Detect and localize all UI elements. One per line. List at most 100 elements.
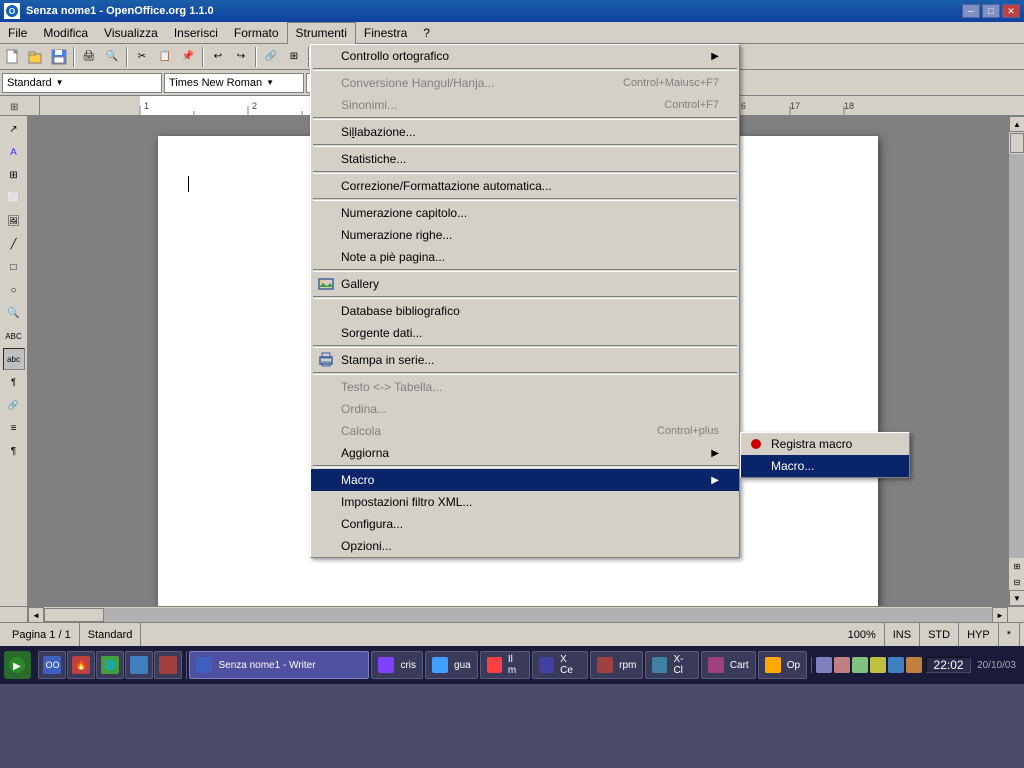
scroll-thumb[interactable]	[1010, 133, 1024, 153]
taskbar-app-xcl[interactable]: X-Cl	[645, 651, 698, 679]
tray-icon-3[interactable]	[852, 657, 868, 673]
menu-formato[interactable]: Formato	[226, 22, 287, 44]
menu-aggiorna[interactable]: Aggiorna ▶	[311, 442, 739, 464]
hscroll-right-button[interactable]: ►	[992, 607, 1008, 623]
status-hyp[interactable]: HYP	[959, 623, 999, 646]
taskbar-app-ilm[interactable]: Il m	[480, 651, 530, 679]
navigator-tool[interactable]: ≡	[3, 417, 25, 439]
scroll-page-down[interactable]: ⊟	[1009, 574, 1024, 590]
menu-numerazione-capitolo[interactable]: Numerazione capitolo...	[311, 202, 739, 224]
menu-strumenti[interactable]: Strumenti	[287, 22, 356, 44]
menu-database-bibliografico[interactable]: Database bibliografico	[311, 300, 739, 322]
menu-configura[interactable]: Configura...	[311, 513, 739, 535]
taskbar-app-rpm[interactable]: rpm	[590, 651, 643, 679]
close-button[interactable]: ✕	[1002, 4, 1020, 18]
scroll-page-up[interactable]: ⊞	[1009, 558, 1024, 574]
zoom-tool[interactable]: 🔍	[3, 302, 25, 324]
horizontal-scrollbar[interactable]: ◄ ►	[28, 607, 1008, 622]
text-tool[interactable]: A	[3, 141, 25, 163]
tray-icon-5[interactable]	[888, 657, 904, 673]
frame-tool[interactable]: ⬜	[3, 187, 25, 209]
graphics-tool[interactable]: 🖼	[3, 210, 25, 232]
hscroll-left-button[interactable]: ◄	[28, 607, 44, 623]
minimize-button[interactable]: ─	[962, 4, 980, 18]
tray-icon-1[interactable]	[816, 657, 832, 673]
quicklaunch-1[interactable]: OO	[38, 651, 66, 679]
tray-icon-6[interactable]	[906, 657, 922, 673]
draw-rect-tool[interactable]: □	[3, 256, 25, 278]
menu-finestra[interactable]: Finestra	[356, 22, 415, 44]
menu-visualizza[interactable]: Visualizza	[96, 22, 166, 44]
nonprint-tool[interactable]: ¶	[3, 371, 25, 393]
draw-circle-tool[interactable]: ○	[3, 279, 25, 301]
save-button[interactable]	[48, 47, 70, 67]
gallery-icon	[317, 275, 335, 293]
menu-modifica[interactable]: Modifica	[35, 22, 96, 44]
menu-macro[interactable]: Macro ▶	[311, 469, 739, 491]
menu-macro-dialog[interactable]: Macro...	[741, 455, 909, 477]
maximize-button[interactable]: □	[982, 4, 1000, 18]
table-button[interactable]: ⊞	[283, 47, 305, 67]
menu-statistiche[interactable]: Statistiche...	[311, 148, 739, 170]
draw-line-tool[interactable]: ╱	[3, 233, 25, 255]
menu-gallery[interactable]: Gallery	[311, 273, 739, 295]
menu-correzione[interactable]: Correzione/Formattazione automatica...	[311, 175, 739, 197]
print-preview-button[interactable]: 🔍	[101, 47, 123, 67]
menu-sillabazione[interactable]: Sillabazione...	[311, 121, 739, 143]
style-dropdown[interactable]: Standard ▼	[2, 73, 162, 93]
taskbar-start-button[interactable]: ▶	[4, 651, 31, 679]
taskbar-app-cart[interactable]: Cart	[701, 651, 756, 679]
stampa-icon	[317, 351, 335, 369]
taskbar-current-app[interactable]: Senza nome1 - Writer	[189, 651, 369, 679]
copy-button[interactable]: 📋	[154, 47, 176, 67]
paste-button[interactable]: 📌	[177, 47, 199, 67]
font-dropdown[interactable]: Times New Roman ▼	[164, 73, 304, 93]
hscroll-track[interactable]	[44, 608, 992, 622]
taskbar-app-cris[interactable]: cris	[371, 651, 423, 679]
menu-file[interactable]: File	[0, 22, 35, 44]
status-ins[interactable]: INS	[885, 623, 920, 646]
svg-text:O: O	[9, 7, 15, 16]
taskbar-app-xce[interactable]: X Ce	[532, 651, 588, 679]
redo-button[interactable]: ↪	[230, 47, 252, 67]
abc-tool[interactable]: abc	[3, 348, 25, 370]
menu-controllo-ortografico[interactable]: Controllo ortografico ▶	[311, 45, 739, 67]
menu-inserisci[interactable]: Inserisci	[166, 22, 226, 44]
taskbar-app-gua[interactable]: gua	[425, 651, 478, 679]
quicklaunch-2[interactable]: 🔥	[67, 651, 95, 679]
menu-note-pie-pagina[interactable]: Note a piè pagina...	[311, 246, 739, 268]
cut-button[interactable]: ✂	[131, 47, 153, 67]
submenu-arrow: ▶	[711, 51, 719, 62]
menu-testo-tabella: Testo <-> Tabella...	[311, 376, 739, 398]
hyperlink-button[interactable]: 🔗	[260, 47, 282, 67]
menu-sorgente-dati[interactable]: Sorgente dati...	[311, 322, 739, 344]
quicklaunch-4[interactable]	[125, 651, 153, 679]
scroll-track[interactable]	[1009, 154, 1024, 558]
menu-impostazioni-filtro[interactable]: Impostazioni filtro XML...	[311, 491, 739, 513]
table-insert-tool[interactable]: ⊞	[3, 164, 25, 186]
scroll-up-button[interactable]: ▲	[1009, 116, 1024, 132]
select-tool[interactable]: ↗	[3, 118, 25, 140]
undo-button[interactable]: ↩	[207, 47, 229, 67]
spellcheck-tool[interactable]: ABC	[3, 325, 25, 347]
menu-stampa-serie[interactable]: Stampa in serie...	[311, 349, 739, 371]
hscroll-thumb[interactable]	[44, 608, 104, 622]
tray-icon-4[interactable]	[870, 657, 886, 673]
menu-numerazione-righe[interactable]: Numerazione righe...	[311, 224, 739, 246]
styles-tool[interactable]: ¶	[3, 440, 25, 462]
quicklaunch-5[interactable]	[154, 651, 182, 679]
menu-help[interactable]: ?	[415, 22, 438, 44]
taskbar-app-op[interactable]: Op	[758, 651, 807, 679]
menu-opzioni[interactable]: Opzioni...	[311, 535, 739, 557]
quicklaunch-3[interactable]: 🌐	[96, 651, 124, 679]
status-std[interactable]: STD	[920, 623, 959, 646]
print-button[interactable]: 🖨	[78, 47, 100, 67]
vertical-scrollbar[interactable]: ▲ ⊞ ⊟ ▼	[1008, 116, 1024, 606]
menu-registra-macro[interactable]: Registra macro	[741, 433, 909, 455]
tray-icon-2[interactable]	[834, 657, 850, 673]
hyperlink-tool[interactable]: 🔗	[3, 394, 25, 416]
open-button[interactable]	[25, 47, 47, 67]
scroll-down-button[interactable]: ▼	[1009, 590, 1024, 606]
status-style: Standard	[80, 623, 142, 646]
new-button[interactable]	[2, 47, 24, 67]
